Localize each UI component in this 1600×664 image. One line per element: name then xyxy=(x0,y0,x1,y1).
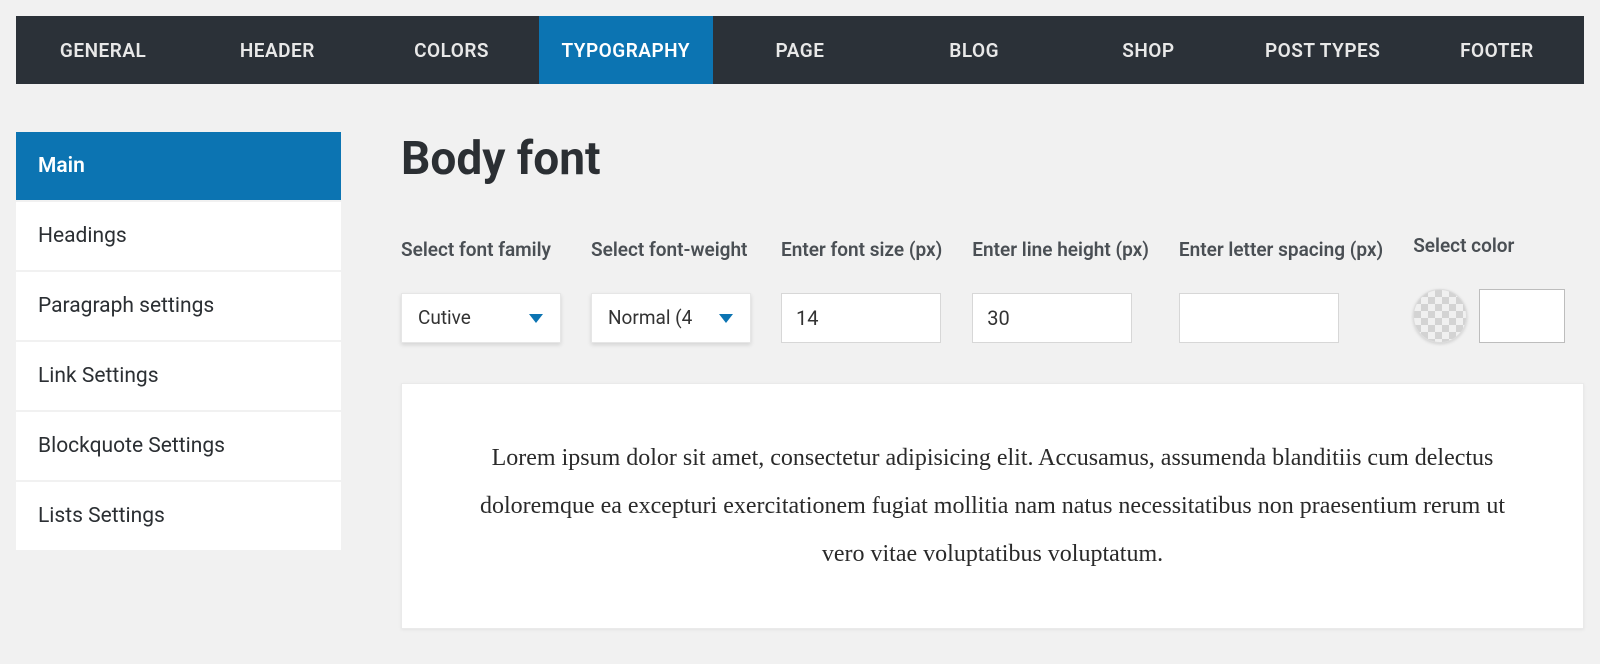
topnav-item-blog[interactable]: BLOG xyxy=(887,16,1061,84)
topnav-item-general[interactable]: GENERAL xyxy=(16,16,190,84)
chevron-down-icon xyxy=(718,312,734,324)
font-size-input[interactable] xyxy=(781,293,941,343)
page-title: Body font xyxy=(401,132,1584,186)
topnav-item-post-types[interactable]: POST TYPES xyxy=(1236,16,1410,84)
sidebar-item-lists-settings[interactable]: Lists Settings xyxy=(16,482,341,550)
letter-spacing-input[interactable] xyxy=(1179,293,1339,343)
color-preview-box[interactable] xyxy=(1479,289,1565,343)
control-letter-spacing: Enter letter spacing (px) xyxy=(1179,238,1383,343)
control-line-height: Enter line height (px) xyxy=(972,238,1149,343)
control-font-family: Select font family Cutive xyxy=(401,238,561,343)
sidebar: Main Headings Paragraph settings Link Se… xyxy=(16,132,341,550)
font-weight-label: Select font-weight xyxy=(591,238,751,263)
sidebar-item-link-settings[interactable]: Link Settings xyxy=(16,342,341,410)
sidebar-item-paragraph-settings[interactable]: Paragraph settings xyxy=(16,272,341,340)
font-preview-text: Lorem ipsum dolor sit amet, consectetur … xyxy=(480,445,1505,567)
main-panel: Body font Select font family Cutive Sele… xyxy=(401,132,1584,629)
color-label: Select color xyxy=(1413,234,1565,259)
font-family-value: Cutive xyxy=(418,306,471,329)
topnav-item-colors[interactable]: COLORS xyxy=(364,16,538,84)
control-font-size: Enter font size (px) xyxy=(781,238,942,343)
topnav-item-header[interactable]: HEADER xyxy=(190,16,364,84)
font-weight-value: Normal (4 xyxy=(608,306,692,329)
color-swatch-transparent[interactable] xyxy=(1413,289,1467,343)
sidebar-item-headings[interactable]: Headings xyxy=(16,202,341,270)
topnav-item-footer[interactable]: FOOTER xyxy=(1410,16,1584,84)
font-size-label: Enter font size (px) xyxy=(781,238,942,263)
control-font-weight: Select font-weight Normal (4 xyxy=(591,238,751,343)
font-weight-dropdown[interactable]: Normal (4 xyxy=(591,293,751,343)
sidebar-item-main[interactable]: Main xyxy=(16,132,341,200)
topnav-item-page[interactable]: PAGE xyxy=(713,16,887,84)
control-color: Select color xyxy=(1413,234,1565,343)
top-nav: GENERAL HEADER COLORS TYPOGRAPHY PAGE BL… xyxy=(16,16,1584,84)
line-height-label: Enter line height (px) xyxy=(972,238,1149,263)
font-family-label: Select font family xyxy=(401,238,561,263)
topnav-item-shop[interactable]: SHOP xyxy=(1061,16,1235,84)
controls-row: Select font family Cutive Select font-we… xyxy=(401,234,1584,343)
chevron-down-icon xyxy=(528,312,544,324)
topnav-item-typography[interactable]: TYPOGRAPHY xyxy=(539,16,713,84)
letter-spacing-label: Enter letter spacing (px) xyxy=(1179,238,1383,263)
sidebar-item-blockquote-settings[interactable]: Blockquote Settings xyxy=(16,412,341,480)
font-preview-box: Lorem ipsum dolor sit amet, consectetur … xyxy=(401,383,1584,629)
line-height-input[interactable] xyxy=(972,293,1132,343)
font-family-dropdown[interactable]: Cutive xyxy=(401,293,561,343)
